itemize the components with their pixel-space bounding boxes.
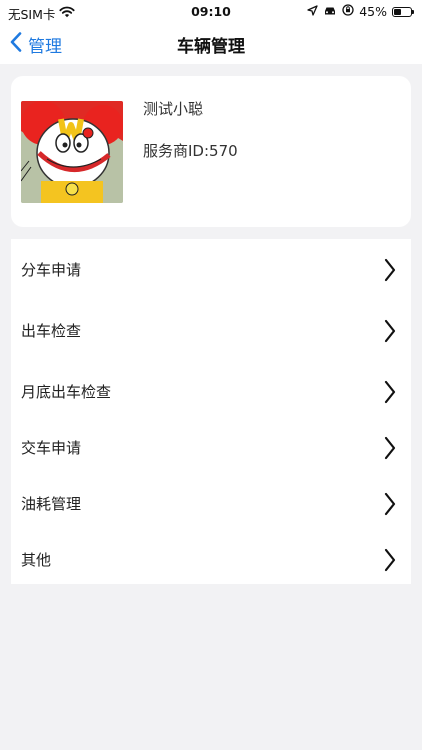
- menu-item-label: 其他: [21, 551, 52, 569]
- menu-list: 分车申请 出车检查 月底出车检查 交车申请 油耗管理 其他: [11, 239, 411, 584]
- profile-name: 测试小聪: [143, 100, 204, 118]
- menu-item-fuel-management[interactable]: 油耗管理: [11, 479, 411, 529]
- profile-card: 测试小聪 服务商ID:570: [11, 76, 411, 227]
- menu-item-vehicle-return[interactable]: 交车申请: [11, 423, 411, 473]
- chevron-right-icon: [383, 491, 397, 517]
- menu-item-label: 分车申请: [21, 261, 82, 279]
- location-icon: [307, 4, 318, 19]
- menu-item-other[interactable]: 其他: [11, 535, 411, 585]
- rotation-lock-icon: [342, 4, 354, 19]
- chevron-right-icon: [383, 547, 397, 573]
- menu-item-vehicle-assignment[interactable]: 分车申请: [11, 245, 411, 295]
- menu-item-departure-check[interactable]: 出车检查: [11, 306, 411, 356]
- chevron-right-icon: [383, 379, 397, 405]
- provider-id: 服务商ID:570: [143, 142, 238, 160]
- page-title: 车辆管理: [177, 37, 245, 57]
- chevron-right-icon: [383, 318, 397, 344]
- chevron-right-icon: [383, 435, 397, 461]
- navigation-bar: 管理 车辆管理: [0, 24, 422, 64]
- menu-item-label: 出车检查: [21, 322, 82, 340]
- car-icon: [323, 4, 337, 19]
- chevron-right-icon: [383, 257, 397, 283]
- menu-item-label: 月底出车检查: [21, 383, 112, 401]
- battery-percent: 45%: [359, 4, 387, 19]
- avatar[interactable]: [21, 101, 123, 203]
- battery-icon: [392, 6, 414, 17]
- menu-item-month-end-check[interactable]: 月底出车检查: [11, 367, 411, 417]
- status-bar: 无SIM卡 09:10 45%: [0, 0, 422, 24]
- status-right-group: 45%: [307, 4, 414, 19]
- menu-item-label: 交车申请: [21, 439, 82, 457]
- menu-item-label: 油耗管理: [21, 495, 82, 513]
